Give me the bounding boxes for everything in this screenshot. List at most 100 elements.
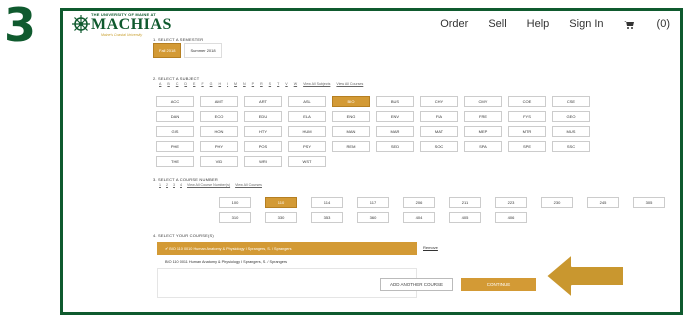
subject-mar[interactable]: MAR: [376, 126, 414, 137]
course-number-404[interactable]: 404: [403, 212, 435, 223]
nav-sign-in[interactable]: Sign In: [569, 18, 603, 30]
subject-spe[interactable]: SPE: [508, 141, 546, 152]
course-number-206[interactable]: 206: [403, 197, 435, 208]
letter-filter-e[interactable]: E: [193, 82, 195, 86]
subject-env[interactable]: ENV: [376, 111, 414, 122]
subject-cse[interactable]: CSE: [552, 96, 590, 107]
course-number-406[interactable]: 406: [495, 212, 527, 223]
semester-fall-2018[interactable]: Fall 2018: [153, 43, 182, 58]
course-number-405[interactable]: 405: [449, 212, 481, 223]
view-all-courses-link-2[interactable]: View All Courses: [235, 183, 262, 187]
subject-fre[interactable]: FRE: [464, 111, 502, 122]
subject-rem[interactable]: REM: [332, 141, 370, 152]
remove-link[interactable]: Remove: [423, 245, 438, 250]
letter-filter-g[interactable]: G: [210, 82, 213, 86]
subject-man[interactable]: MAN: [332, 126, 370, 137]
cart-button[interactable]: (0): [623, 18, 670, 30]
subject-pos[interactable]: POS: [244, 141, 282, 152]
subject-acc[interactable]: ACC: [156, 96, 194, 107]
subject-asl[interactable]: ASL: [288, 96, 326, 107]
subject-psy[interactable]: PSY: [288, 141, 326, 152]
digit-2[interactable]: 2: [166, 183, 168, 187]
subject-geo[interactable]: GEO: [552, 111, 590, 122]
course-number-100[interactable]: 100: [219, 197, 251, 208]
course-option[interactable]: BIO 110 0011 Human Anatomy & Physiology …: [157, 256, 417, 269]
letter-filter-s[interactable]: S: [269, 82, 271, 86]
course-number-211[interactable]: 211: [449, 197, 481, 208]
nav-order[interactable]: Order: [440, 18, 468, 30]
subject-hum[interactable]: HUM: [288, 126, 326, 137]
subject-soc[interactable]: SOC: [420, 141, 458, 152]
subject-bio[interactable]: BIO: [332, 96, 370, 107]
letter-filter-v[interactable]: V: [285, 82, 287, 86]
course-number-305[interactable]: 305: [633, 197, 665, 208]
subject-edu[interactable]: EDU: [244, 111, 282, 122]
subject-phy[interactable]: PHY: [200, 141, 238, 152]
letter-filter-c[interactable]: C: [176, 82, 179, 86]
letter-filter-m[interactable]: M: [234, 82, 237, 86]
continue-button[interactable]: CONTINUE: [461, 278, 536, 291]
course-option-selected[interactable]: ✔ BIO 110 0010 Human Anatomy & Physiolog…: [157, 242, 417, 255]
letter-filter-i[interactable]: I: [227, 82, 228, 86]
subject-amt[interactable]: AMT: [200, 96, 238, 107]
letter-filter-b[interactable]: B: [167, 82, 169, 86]
subject-chy[interactable]: CHY: [420, 96, 458, 107]
digit-3[interactable]: 3: [173, 183, 175, 187]
subject-wst[interactable]: WST: [288, 156, 326, 167]
subject-eng[interactable]: ENG: [332, 111, 370, 122]
letter-filter-n[interactable]: N: [243, 82, 246, 86]
subject-mus[interactable]: MUS: [552, 126, 590, 137]
subject-vid[interactable]: VID: [200, 156, 238, 167]
course-number-110[interactable]: 110: [265, 197, 297, 208]
letter-filter-a[interactable]: A: [159, 82, 161, 86]
subject-fia[interactable]: FIA: [420, 111, 458, 122]
course-number-360[interactable]: 360: [357, 212, 389, 223]
letter-filter-d[interactable]: D: [184, 82, 187, 86]
subject-gis[interactable]: GIS: [156, 126, 194, 137]
letter-filter-h[interactable]: H: [218, 82, 221, 86]
letter-filter-t[interactable]: T: [277, 82, 279, 86]
subject-dan[interactable]: DAN: [156, 111, 194, 122]
letter-filter-p[interactable]: P: [252, 82, 254, 86]
subject-fys[interactable]: FYS: [508, 111, 546, 122]
subject-coe[interactable]: COE: [508, 96, 546, 107]
course-number-245[interactable]: 245: [587, 197, 619, 208]
semester-options: Fall 2018 Summer 2018: [153, 43, 222, 58]
subject-sed[interactable]: SED: [376, 141, 414, 152]
subject-mep[interactable]: MEP: [464, 126, 502, 137]
course-number-330[interactable]: 330: [265, 212, 297, 223]
nav-help[interactable]: Help: [527, 18, 550, 30]
letter-filter-w[interactable]: W: [294, 82, 297, 86]
subject-bus[interactable]: BUS: [376, 96, 414, 107]
digit-1[interactable]: 1: [159, 183, 161, 187]
digit-4[interactable]: 4: [180, 183, 182, 187]
course-number-230[interactable]: 230: [541, 197, 573, 208]
subject-hon[interactable]: HON: [200, 126, 238, 137]
letter-filter-f[interactable]: F: [201, 82, 203, 86]
subject-spa[interactable]: SPA: [464, 141, 502, 152]
course-number-117[interactable]: 117: [357, 197, 389, 208]
logo[interactable]: THE UNIVERSITY OF MAINE AT MACHIAS Maine…: [71, 12, 181, 38]
add-another-course-button[interactable]: ADD ANOTHER COURSE: [380, 278, 453, 291]
subject-the[interactable]: THE: [156, 156, 194, 167]
subject-mat[interactable]: MAT: [420, 126, 458, 137]
subject-cmy[interactable]: CMY: [464, 96, 502, 107]
view-all-course-numbers-link[interactable]: View All Course Number(s): [187, 183, 230, 187]
semester-summer-2018[interactable]: Summer 2018: [184, 43, 222, 58]
subject-wri[interactable]: WRI: [244, 156, 282, 167]
course-number-223[interactable]: 223: [495, 197, 527, 208]
subject-ela[interactable]: ELA: [288, 111, 326, 122]
subject-art[interactable]: ART: [244, 96, 282, 107]
course-number-353[interactable]: 353: [311, 212, 343, 223]
course-number-114[interactable]: 114: [311, 197, 343, 208]
subject-mtr[interactable]: MTR: [508, 126, 546, 137]
nav-sell[interactable]: Sell: [488, 18, 506, 30]
letter-filter-r[interactable]: R: [260, 82, 263, 86]
view-all-subjects-link[interactable]: View All Subjects: [303, 82, 330, 86]
subject-phe[interactable]: PHE: [156, 141, 194, 152]
course-number-310[interactable]: 310: [219, 212, 251, 223]
subject-hty[interactable]: HTY: [244, 126, 282, 137]
subject-ssc[interactable]: SSC: [552, 141, 590, 152]
view-all-courses-link[interactable]: View All Courses: [336, 82, 363, 86]
subject-eco[interactable]: ECO: [200, 111, 238, 122]
